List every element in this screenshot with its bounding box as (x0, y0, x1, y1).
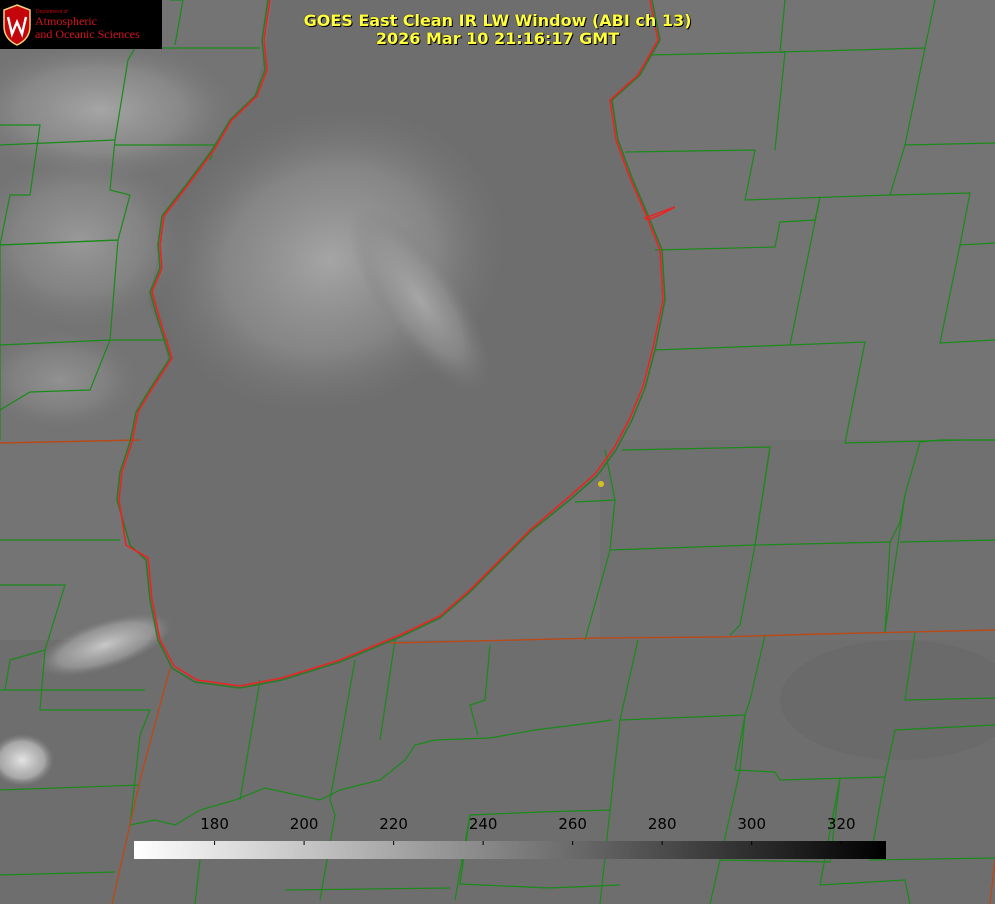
aos-logo: Department of Atmospheric and Oceanic Sc… (0, 0, 162, 49)
location-marker (598, 481, 604, 487)
colorbar-tick-label: 240 (468, 815, 498, 833)
satellite-map (0, 0, 995, 904)
colorbar-tick-label: 200 (289, 815, 319, 833)
colorbar-tick-label: 180 (200, 815, 229, 833)
logo-name-line2: and Oceanic Sciences (35, 27, 140, 41)
satellite-image-view: GOES East Clean IR LW Window (ABI ch 13)… (0, 0, 995, 904)
colorbar-tick-label: 280 (647, 815, 677, 833)
colorbar (134, 841, 886, 859)
uw-crest-icon (3, 4, 31, 46)
colorbar-tick-label: 220 (379, 815, 408, 833)
colorbar-tick-label: 320 (826, 815, 856, 833)
colorbar-tick-label: 300 (737, 815, 767, 833)
colorbar-gradient (134, 841, 886, 859)
colorbar-tick-label: 260 (558, 815, 587, 833)
